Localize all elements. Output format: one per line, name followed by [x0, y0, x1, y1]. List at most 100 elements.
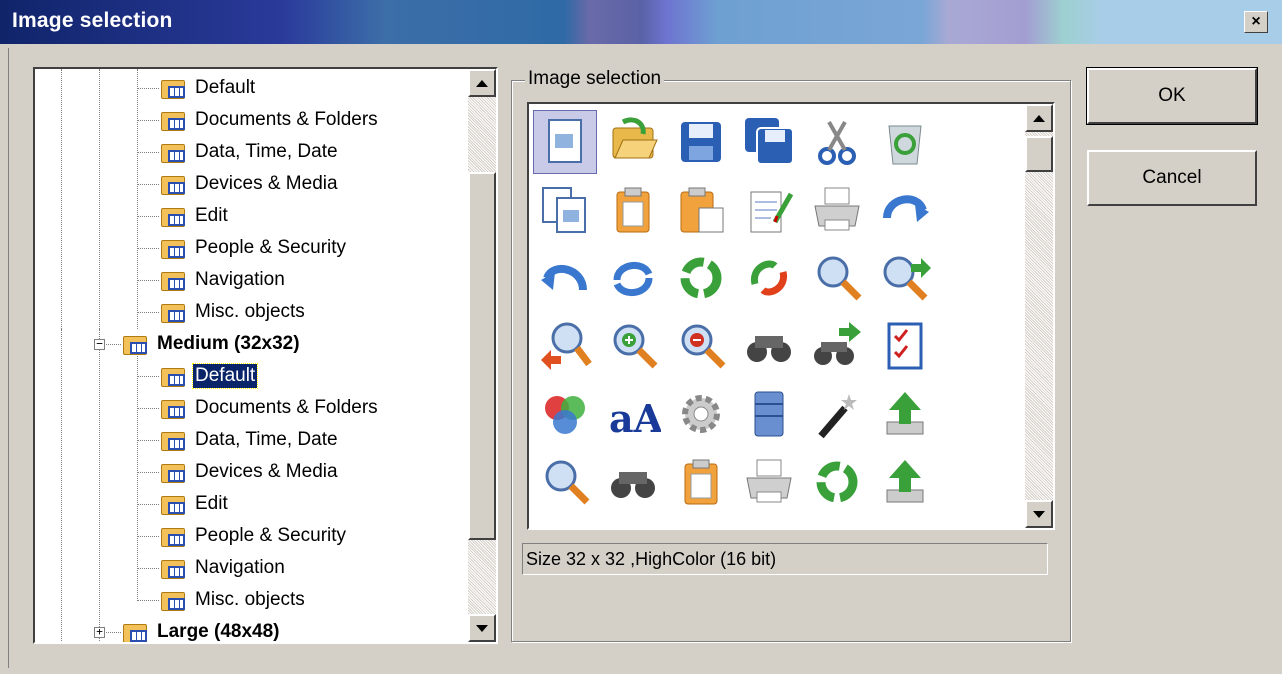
tree-item-label: Documents & Folders [195, 109, 378, 130]
tree-item[interactable]: Devices & Media [161, 169, 340, 199]
image-cell[interactable] [737, 178, 801, 242]
tree-item[interactable]: Default [161, 361, 259, 391]
find-next-icon [883, 256, 931, 301]
tree-scroll-up-button[interactable] [468, 69, 496, 97]
category-tree[interactable]: Default Documents & Folders Data, Time, Da… [33, 67, 498, 644]
ok-button[interactable]: OK [1086, 67, 1258, 125]
tree-item[interactable]: Navigation [161, 265, 287, 295]
image-cell[interactable] [873, 382, 937, 446]
tree-connector [137, 600, 159, 601]
recycle-arrows-icon [816, 461, 858, 503]
tree-item[interactable]: Misc. objects [161, 585, 307, 615]
tree-item[interactable]: Data, Time, Date [161, 425, 340, 455]
tree-item[interactable]: Edit [161, 201, 230, 231]
tree-item-label: Data, Time, Date [195, 141, 338, 162]
image-cell[interactable] [805, 110, 869, 174]
grid-scroll-down-button[interactable] [1025, 500, 1053, 528]
tree-item-label: Medium (32x32) [157, 333, 300, 354]
tree-item[interactable]: Documents & Folders [161, 393, 380, 423]
tree-guide-line [99, 329, 100, 642]
image-cell[interactable] [737, 450, 801, 514]
tree-item-label: Edit [195, 493, 228, 514]
image-cell[interactable] [873, 110, 937, 174]
image-cell[interactable] [669, 450, 733, 514]
image-cell[interactable] [601, 110, 665, 174]
find-previous-icon [541, 322, 592, 370]
image-cell[interactable] [533, 382, 597, 446]
paste-icon [684, 459, 718, 505]
tree-item[interactable]: Medium (32x32) [123, 329, 302, 359]
tree-item[interactable]: Navigation [161, 553, 287, 583]
image-cell[interactable] [805, 450, 869, 514]
image-cell[interactable] [533, 110, 597, 174]
tree-connector [137, 504, 159, 505]
image-cell[interactable]: aA [601, 382, 665, 446]
image-cell[interactable] [805, 382, 869, 446]
image-cell[interactable] [601, 314, 665, 378]
image-cell[interactable] [533, 178, 597, 242]
image-cell[interactable] [533, 314, 597, 378]
image-cell[interactable] [737, 382, 801, 446]
tree-item[interactable]: Documents & Folders [161, 105, 380, 135]
image-cell[interactable] [669, 314, 733, 378]
tree-guide-line [61, 69, 62, 329]
image-cell[interactable] [601, 246, 665, 310]
tree-connector [137, 184, 159, 185]
image-cell[interactable] [737, 246, 801, 310]
image-cell[interactable] [737, 314, 801, 378]
collapse-toggle[interactable]: − [94, 338, 105, 350]
tree-item[interactable]: Misc. objects [161, 297, 307, 327]
tree-item[interactable]: Large (48x48) [123, 617, 282, 642]
folder-icon [123, 333, 149, 355]
tree-item-label: People & Security [195, 237, 347, 258]
image-cell[interactable] [805, 246, 869, 310]
image-cell[interactable] [669, 382, 733, 446]
tree-connector [137, 280, 159, 281]
arrow-up-icon [476, 79, 488, 87]
folder-icon [161, 109, 187, 131]
swap-arrows-icon [750, 260, 788, 296]
image-cell[interactable] [873, 314, 937, 378]
tree-item[interactable]: Default [161, 73, 257, 103]
magic-wand-icon [818, 394, 857, 439]
close-button[interactable]: × [1244, 11, 1268, 33]
grid-scroll-up-button[interactable] [1025, 104, 1053, 132]
tree-item-label: Navigation [195, 269, 285, 290]
image-cell[interactable] [533, 246, 597, 310]
folder-icon [161, 269, 187, 291]
image-cell[interactable] [669, 110, 733, 174]
folder-icon [161, 461, 187, 483]
tree-scroll-thumb[interactable] [468, 172, 496, 540]
image-cell[interactable] [805, 178, 869, 242]
image-cell[interactable] [601, 450, 665, 514]
cancel-button[interactable]: Cancel [1087, 150, 1257, 206]
image-cell[interactable] [805, 314, 869, 378]
image-cell[interactable] [873, 178, 937, 242]
arrow-down-icon [1033, 510, 1045, 518]
expand-toggle[interactable]: + [94, 626, 105, 638]
tree-item[interactable]: People & Security [161, 233, 348, 263]
image-cell[interactable] [669, 178, 733, 242]
image-cell[interactable] [873, 450, 937, 514]
arrow-down-icon [476, 624, 488, 632]
folder-icon [161, 557, 187, 579]
grid-scroll-thumb[interactable] [1025, 136, 1053, 172]
image-cell[interactable] [873, 246, 937, 310]
tree-guide-line [137, 69, 138, 329]
image-cell[interactable] [601, 178, 665, 242]
image-cell[interactable] [669, 246, 733, 310]
tree-item[interactable]: Devices & Media [161, 457, 340, 487]
tree-item[interactable]: Data, Time, Date [161, 137, 340, 167]
image-cell[interactable] [533, 450, 597, 514]
redo-icon [883, 195, 929, 222]
tree-connector [137, 216, 159, 217]
image-cell[interactable] [737, 110, 801, 174]
tree-item[interactable]: People & Security [161, 521, 348, 551]
tree-item[interactable]: Edit [161, 489, 230, 519]
tree-scrollbar[interactable] [468, 69, 496, 642]
image-grid-scrollbar[interactable] [1025, 104, 1053, 528]
tree-scroll-down-button[interactable] [468, 614, 496, 642]
tree-item-label: Misc. objects [195, 589, 305, 610]
image-grid[interactable]: aA [527, 102, 1055, 530]
binoculars-next-icon [814, 322, 861, 365]
